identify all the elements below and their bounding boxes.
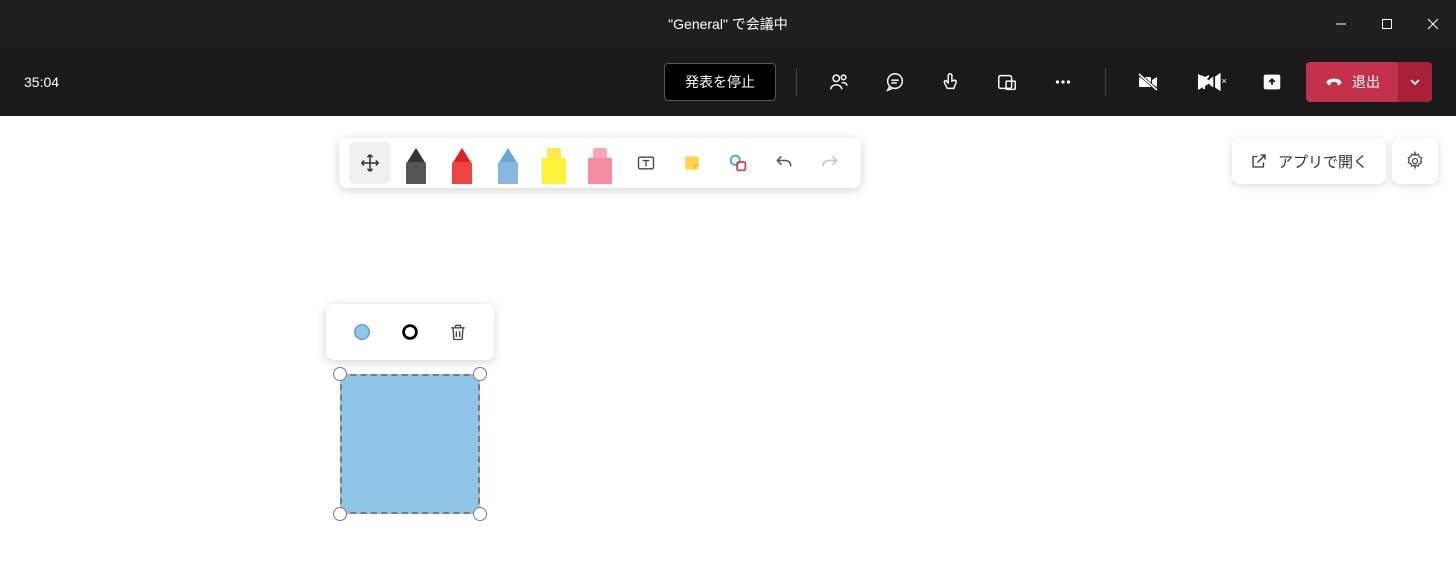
highlighter-yellow-tool[interactable] [533, 142, 575, 184]
pen-black-tool[interactable] [395, 142, 437, 184]
fill-color-button[interactable] [342, 312, 382, 352]
note-icon [682, 153, 702, 173]
undo-icon [774, 153, 794, 173]
shape-context-toolbar [326, 304, 494, 360]
people-icon[interactable] [817, 60, 861, 104]
highlighter-yellow-icon [541, 148, 567, 184]
open-in-app-label: アプリで開く [1278, 151, 1368, 172]
rectangle-shape[interactable] [340, 374, 480, 514]
undo-tool[interactable] [763, 142, 805, 184]
more-icon[interactable] [1041, 60, 1085, 104]
svg-text:×: × [1222, 76, 1227, 86]
camera-off-icon[interactable] [1126, 60, 1170, 104]
shapes-icon [727, 152, 749, 174]
external-link-icon [1250, 152, 1268, 170]
highlighter-pink-icon [587, 148, 613, 184]
note-tool[interactable] [671, 142, 713, 184]
redo-icon [820, 153, 840, 173]
textbox-tool[interactable] [625, 142, 667, 184]
hangup-icon [1324, 72, 1344, 92]
leave-group: 退出 [1306, 62, 1432, 102]
stop-presenting-button[interactable]: 発表を停止 [664, 63, 776, 101]
resize-handle-br[interactable] [473, 507, 487, 521]
delete-shape-button[interactable] [438, 312, 478, 352]
pen-red-tool[interactable] [441, 142, 483, 184]
leave-label: 退出 [1352, 72, 1380, 92]
trash-icon [448, 322, 468, 342]
textbox-icon [636, 153, 656, 173]
share-icon[interactable] [1250, 60, 1294, 104]
fill-circle-icon [351, 321, 373, 343]
resize-handle-tr[interactable] [473, 367, 487, 381]
outline-circle-icon [399, 321, 421, 343]
open-in-app-button[interactable]: アプリで開く [1232, 138, 1386, 184]
pen-red-icon [451, 148, 473, 184]
settings-button[interactable] [1392, 138, 1438, 184]
resize-handle-bl[interactable] [333, 507, 347, 521]
selected-shape[interactable] [333, 367, 487, 521]
leave-caret[interactable] [1398, 62, 1432, 102]
pen-blue-icon [497, 148, 519, 184]
chat-icon[interactable] [873, 60, 917, 104]
shapes-tool[interactable] [717, 142, 759, 184]
move-icon [360, 153, 380, 173]
window-controls [1318, 0, 1456, 48]
move-tool[interactable] [349, 142, 391, 184]
rooms-icon[interactable] [985, 60, 1029, 104]
pen-black-icon [405, 148, 427, 184]
drawing-toolbar [339, 138, 861, 188]
meeting-toolbar: 35:04 発表を停止 × × 退出 [0, 48, 1456, 116]
resize-handle-tl[interactable] [333, 367, 347, 381]
meeting-timer: 35:04 [24, 74, 59, 90]
outline-button[interactable] [390, 312, 430, 352]
reactions-icon[interactable] [929, 60, 973, 104]
window-title: "General" で会議中 [668, 14, 788, 34]
maximize-button[interactable] [1364, 0, 1410, 48]
pen-blue-tool[interactable] [487, 142, 529, 184]
close-button[interactable] [1410, 0, 1456, 48]
highlighter-pink-tool[interactable] [579, 142, 621, 184]
redo-tool[interactable] [809, 142, 851, 184]
whiteboard-canvas[interactable]: アプリで開く [0, 116, 1456, 573]
leave-button[interactable]: 退出 [1306, 62, 1398, 102]
minimize-button[interactable] [1318, 0, 1364, 48]
title-bar: "General" で会議中 [0, 0, 1456, 48]
gear-icon [1405, 151, 1425, 171]
